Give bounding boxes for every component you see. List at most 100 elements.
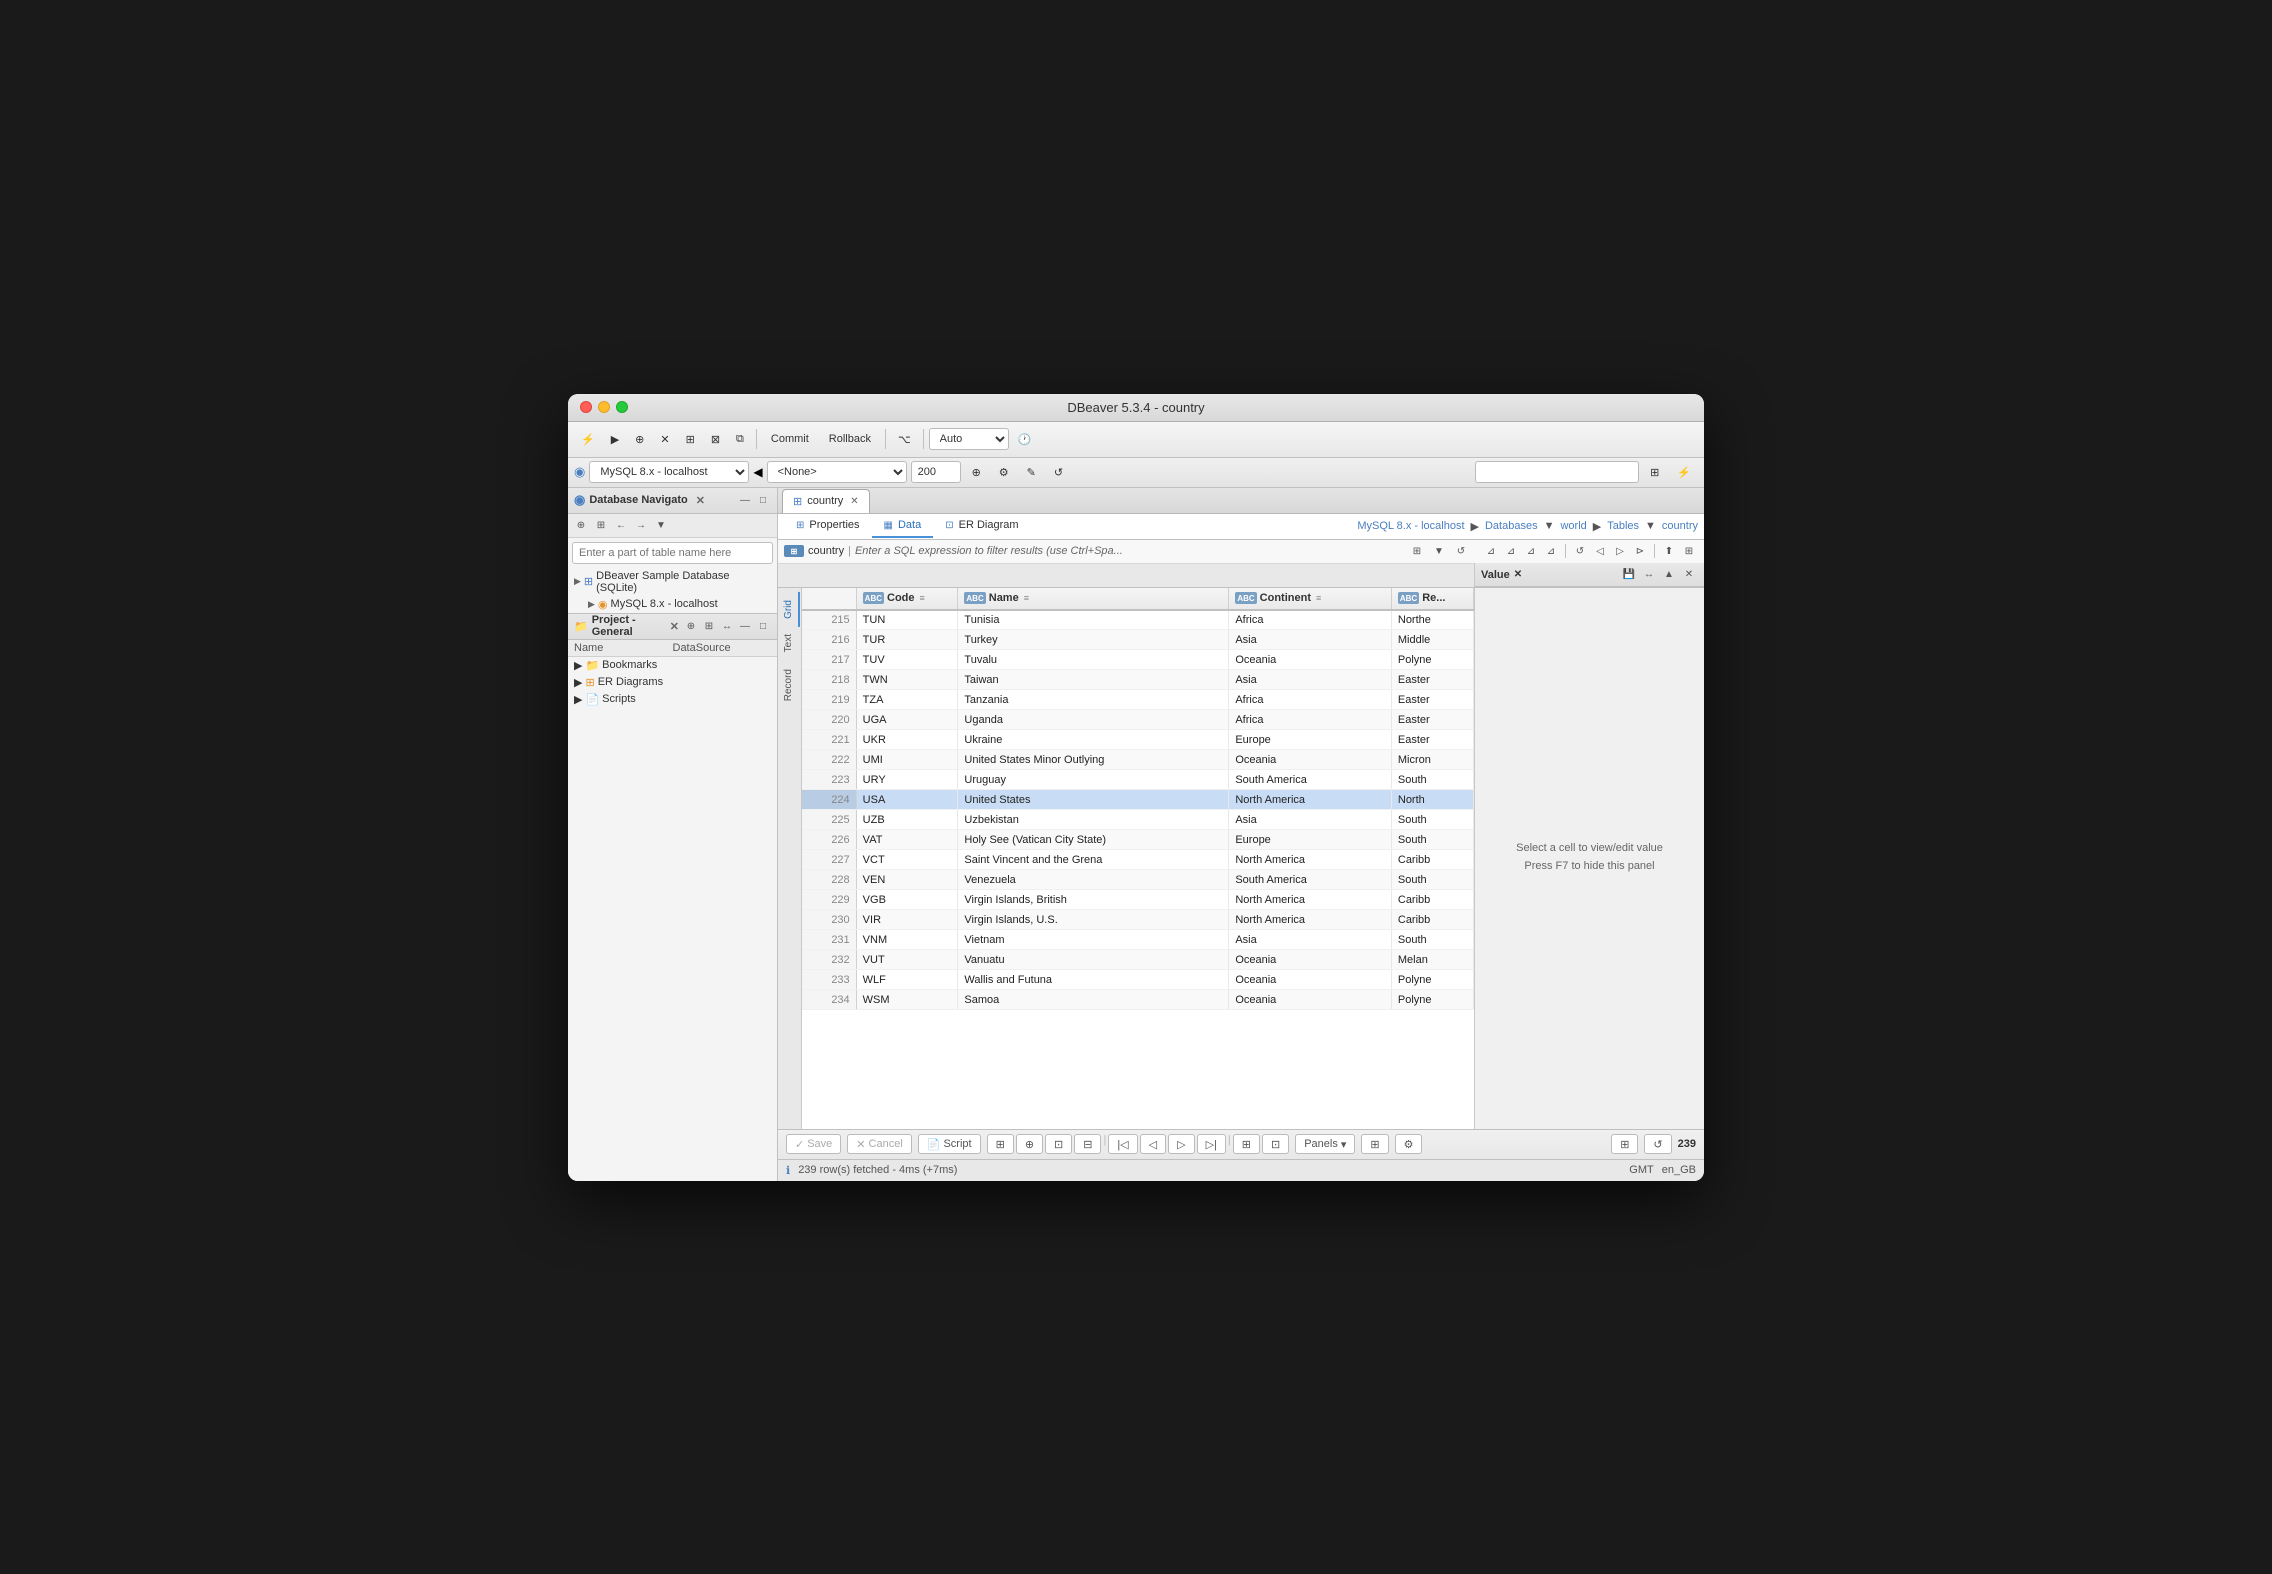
proj-folder-btn[interactable]: ⊞ [701, 618, 717, 634]
cell-code[interactable]: VAT [856, 830, 958, 850]
cell-region[interactable]: South [1391, 810, 1473, 830]
cell-code[interactable]: TUR [856, 630, 958, 650]
table-row[interactable]: 217 TUV Tuvalu Oceania Polyne [802, 650, 1474, 670]
cell-code[interactable]: UZB [856, 810, 958, 830]
cell-continent[interactable]: Asia [1229, 670, 1392, 690]
grid-area[interactable]: ABC Code ≡ ABC Name ≡ [802, 588, 1474, 1129]
toolbar2-btn2[interactable]: ⚙ [992, 459, 1016, 485]
filter-btn3[interactable]: ⊿ [1522, 542, 1540, 560]
table-row[interactable]: 233 WLF Wallis and Futuna Oceania Polyne [802, 970, 1474, 990]
col-header-continent[interactable]: ABC Continent ≡ [1229, 588, 1392, 610]
save-btn[interactable]: ✓ Save [786, 1134, 841, 1154]
cell-name[interactable]: Venezuela [958, 870, 1229, 890]
cell-continent[interactable]: Europe [1229, 830, 1392, 850]
nav-next-btn[interactable]: ▷ [1168, 1134, 1194, 1154]
cell-code[interactable]: UMI [856, 750, 958, 770]
cell-code[interactable]: TUN [856, 610, 958, 630]
bc-world[interactable]: world [1560, 520, 1586, 532]
cell-region[interactable]: Micron [1391, 750, 1473, 770]
table-row[interactable]: 218 TWN Taiwan Asia Easter [802, 670, 1474, 690]
cancel-btn[interactable]: ✕ Cancel [847, 1134, 911, 1154]
filter-btn1[interactable]: ⊿ [1482, 542, 1500, 560]
value-save-btn[interactable]: 💾 [1620, 566, 1638, 584]
cell-name[interactable]: Uganda [958, 710, 1229, 730]
col-header-region[interactable]: ABC Re... [1391, 588, 1473, 610]
cell-region[interactable]: Polyne [1391, 650, 1473, 670]
maximize-button[interactable] [616, 401, 628, 413]
nav-arrow3[interactable]: ▼ [652, 516, 670, 534]
nav-paste-btn[interactable]: ⊡ [1262, 1134, 1289, 1154]
cell-continent[interactable]: Asia [1229, 930, 1392, 950]
value-export-btn[interactable]: ↔ [1640, 566, 1658, 584]
side-tab-grid[interactable]: Grid [779, 592, 800, 627]
nav-search-input[interactable] [572, 542, 773, 564]
cell-region[interactable]: South [1391, 830, 1473, 850]
nav-col-expand[interactable]: ⊡ [1045, 1134, 1072, 1154]
toolbar-btn-5[interactable]: ⊞ [679, 426, 702, 452]
cell-code[interactable]: UGA [856, 710, 958, 730]
toolbar2-btn1[interactable]: ⊕ [965, 459, 988, 485]
cell-region[interactable]: Polyne [1391, 990, 1473, 1010]
nav-export[interactable]: ⬆ [1660, 542, 1678, 560]
cell-name[interactable]: Taiwan [958, 670, 1229, 690]
cell-continent[interactable]: North America [1229, 910, 1392, 930]
cell-region[interactable]: Easter [1391, 670, 1473, 690]
nav-add-btn[interactable]: ⊕ [572, 516, 590, 534]
cell-continent[interactable]: Asia [1229, 810, 1392, 830]
nav-copy[interactable]: ⊞ [1680, 542, 1698, 560]
table-row[interactable]: 234 WSM Samoa Oceania Polyne [802, 990, 1474, 1010]
nav-last[interactable]: ⊳ [1631, 542, 1649, 560]
cell-code[interactable]: VCT [856, 850, 958, 870]
cell-name[interactable]: Virgin Islands, British [958, 890, 1229, 910]
table-row[interactable]: 229 VGB Virgin Islands, British North Am… [802, 890, 1474, 910]
cell-continent[interactable]: Oceania [1229, 750, 1392, 770]
toolbar-format-btn[interactable]: ⌥ [891, 426, 918, 452]
cell-region[interactable]: South [1391, 930, 1473, 950]
cell-continent[interactable]: Asia [1229, 630, 1392, 650]
cell-name[interactable]: Tanzania [958, 690, 1229, 710]
cell-name[interactable]: Uruguay [958, 770, 1229, 790]
cell-continent[interactable]: Europe [1229, 730, 1392, 750]
toolbar2-icon1[interactable]: ⊞ [1643, 459, 1666, 485]
schema-select[interactable]: <None> [767, 461, 907, 483]
cell-code[interactable]: TWN [856, 670, 958, 690]
nav-prev[interactable]: ◁ [1591, 542, 1609, 560]
table-row[interactable]: 222 UMI United States Minor Outlying Oce… [802, 750, 1474, 770]
connection-select[interactable]: MySQL 8.x - localhost [589, 461, 749, 483]
cell-region[interactable]: South [1391, 770, 1473, 790]
table-row[interactable]: 225 UZB Uzbekistan Asia South [802, 810, 1474, 830]
col-header-name[interactable]: ABC Name ≡ [958, 588, 1229, 610]
nav-col-add[interactable]: ⊕ [1016, 1134, 1043, 1154]
cell-region[interactable]: Caribb [1391, 850, 1473, 870]
cell-code[interactable]: URY [856, 770, 958, 790]
cell-continent[interactable]: South America [1229, 770, 1392, 790]
cell-continent[interactable]: North America [1229, 850, 1392, 870]
cell-name[interactable]: Saint Vincent and the Grena [958, 850, 1229, 870]
nav-first[interactable]: ↺ [1571, 542, 1589, 560]
cell-name[interactable]: Turkey [958, 630, 1229, 650]
proj-minimize[interactable]: — [737, 618, 753, 634]
cell-name[interactable]: Tuvalu [958, 650, 1229, 670]
quick-access-input[interactable]: Quick Access [1475, 461, 1639, 483]
cell-code[interactable]: VUT [856, 950, 958, 970]
cell-continent[interactable]: Africa [1229, 710, 1392, 730]
script-btn[interactable]: 📄 Script [918, 1134, 981, 1154]
panels-btn[interactable]: Panels ▾ [1295, 1134, 1355, 1154]
nav-edit-btn[interactable]: ⊞ [592, 516, 610, 534]
sub-tab-data[interactable]: ▦ Data [872, 514, 934, 538]
cell-region[interactable]: South [1391, 870, 1473, 890]
nav-maximize[interactable]: □ [755, 492, 771, 508]
toolbar-btn-2[interactable]: ▶ [604, 426, 626, 452]
cell-name[interactable]: Holy See (Vatican City State) [958, 830, 1229, 850]
table-row[interactable]: 232 VUT Vanuatu Oceania Melan [802, 950, 1474, 970]
nav-arrow1[interactable]: ← [612, 516, 630, 534]
code-filter-icon[interactable]: ≡ [920, 593, 925, 603]
project-close[interactable]: ✕ [670, 620, 679, 633]
nav-item-sqlite[interactable]: ▶ ⊞ DBeaver Sample Database (SQLite) [568, 568, 777, 596]
sub-tab-erdiagram[interactable]: ⊡ ER Diagram [933, 514, 1030, 538]
copy-row-btn[interactable]: ⊞ [1611, 1134, 1638, 1154]
close-button[interactable] [580, 401, 592, 413]
project-item-bookmarks[interactable]: ▶ 📁 Bookmarks [568, 657, 777, 674]
project-item-erdiagrams[interactable]: ▶ ⊞ ER Diagrams [568, 674, 777, 691]
name-filter-icon[interactable]: ≡ [1024, 593, 1029, 603]
